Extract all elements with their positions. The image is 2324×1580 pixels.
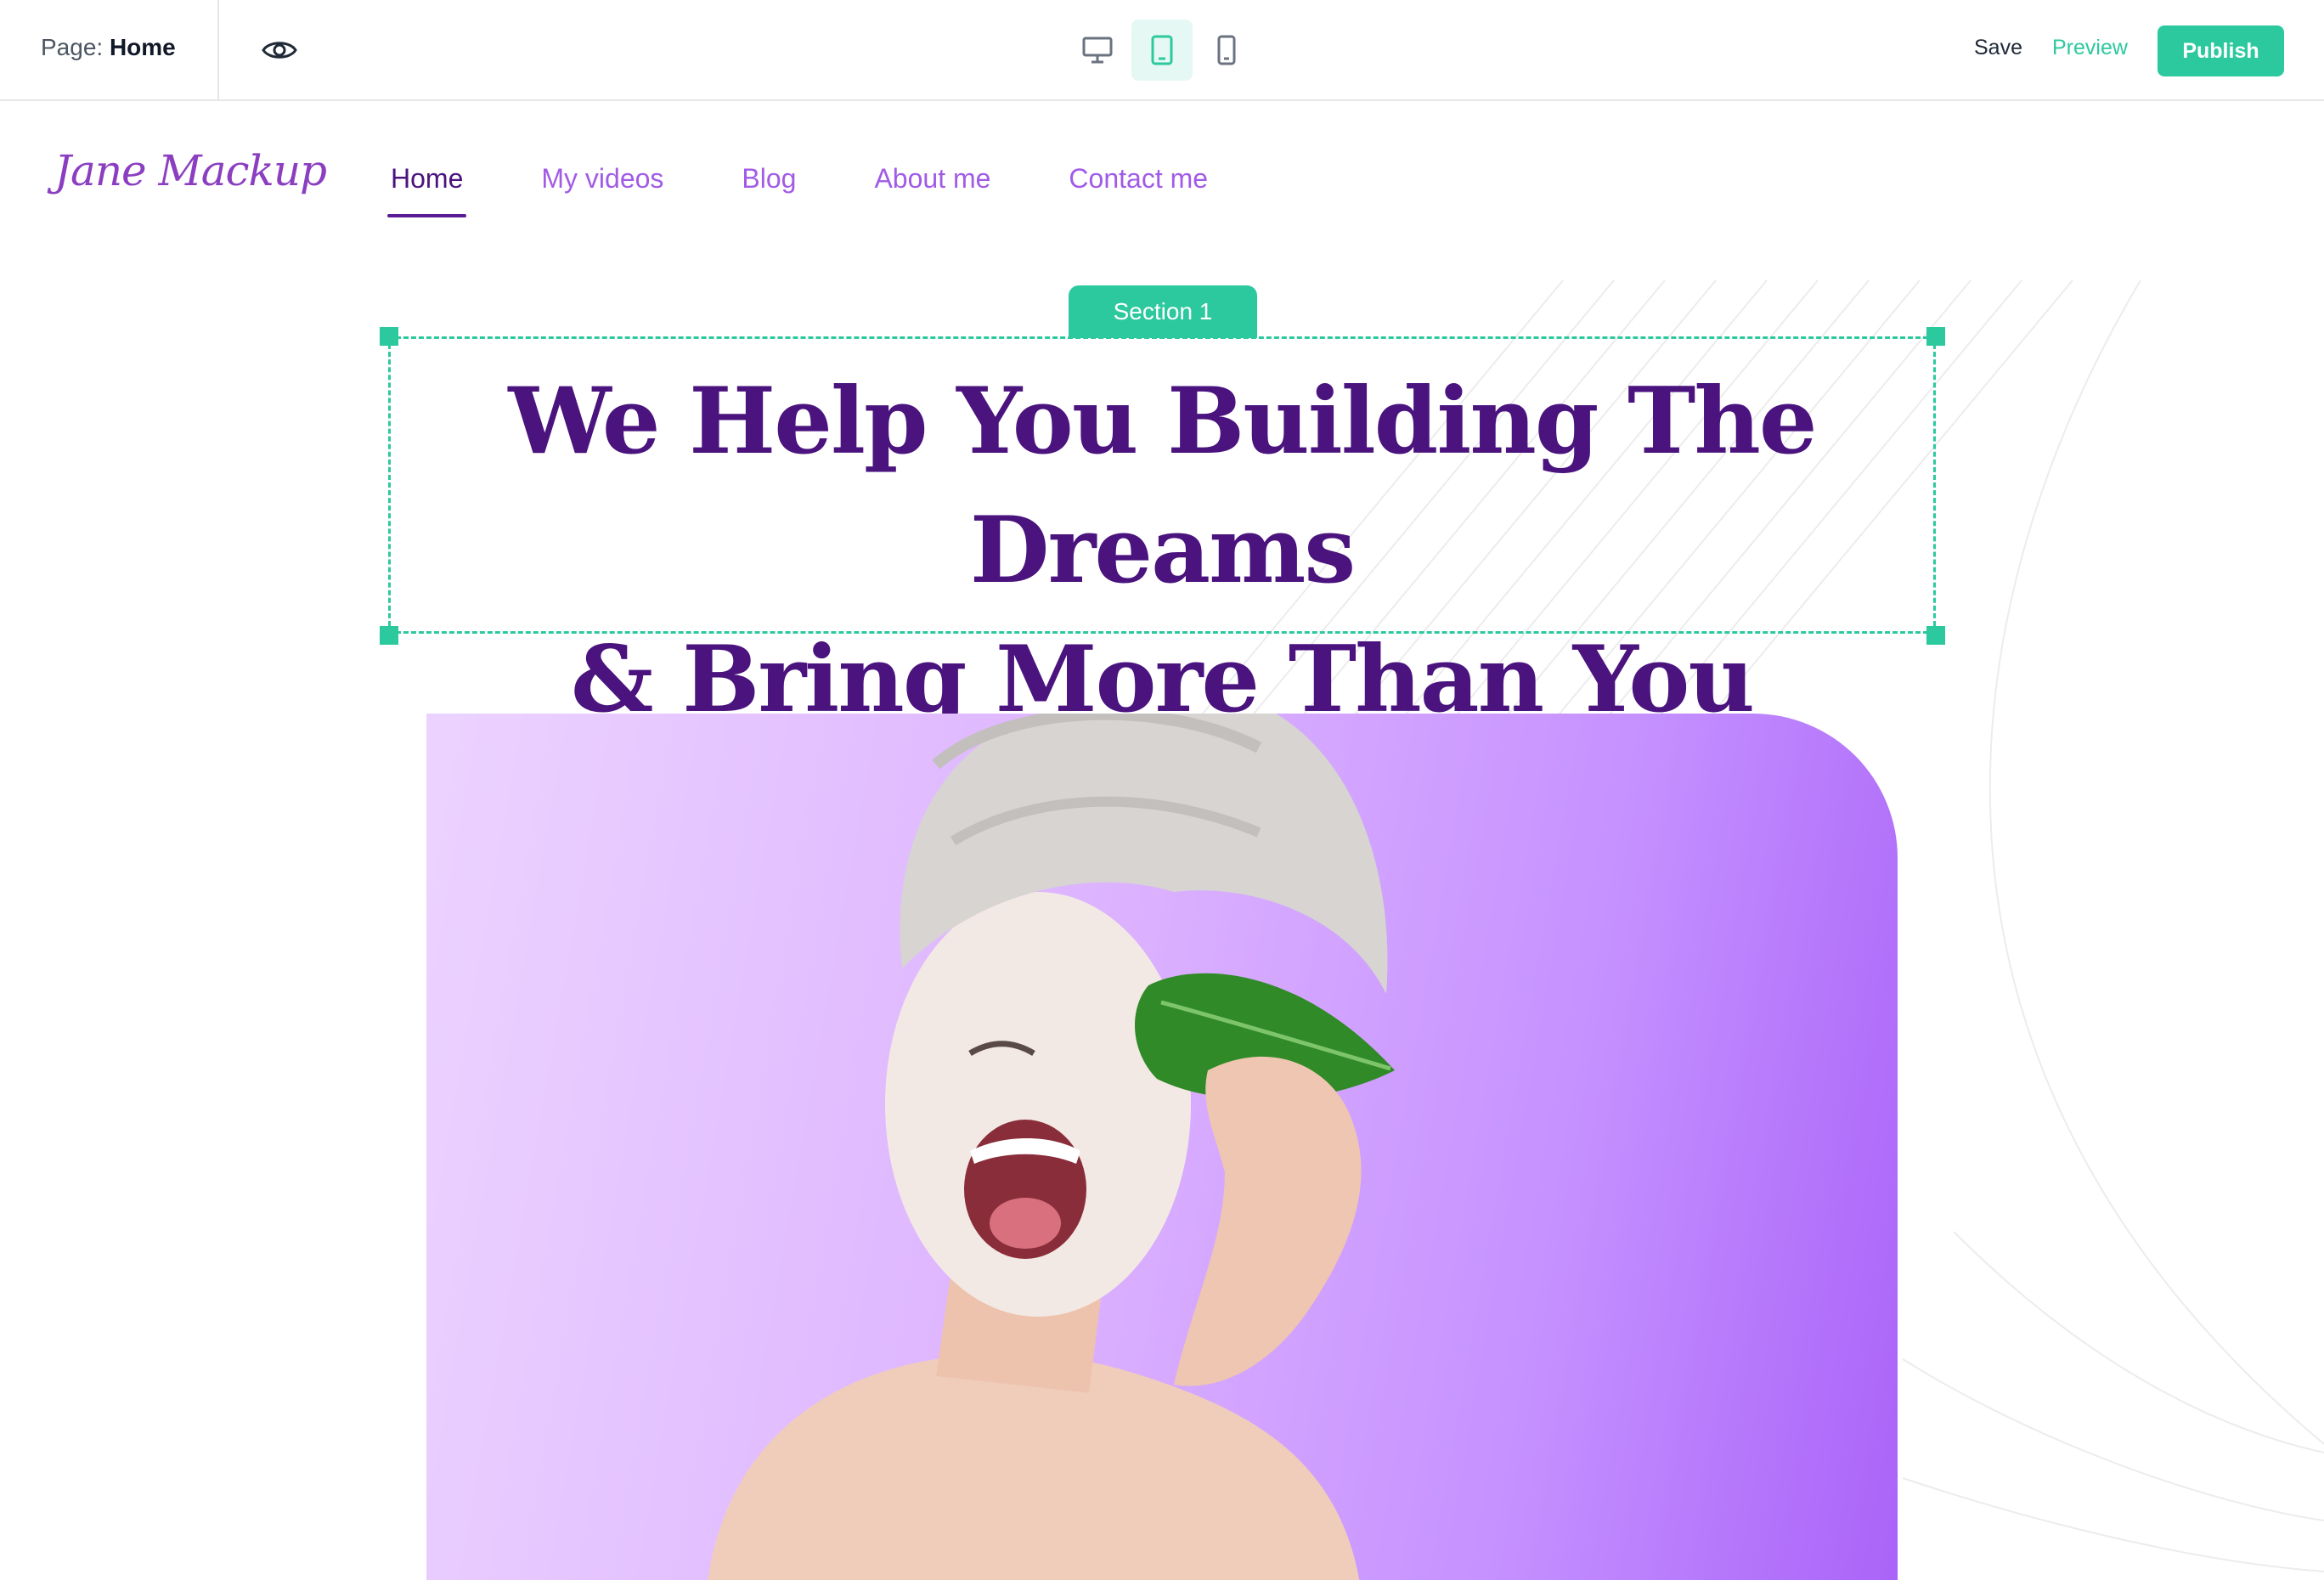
- resize-handle-top-left[interactable]: [380, 327, 398, 346]
- preview-button[interactable]: Preview: [2052, 36, 2128, 60]
- page-name: Home: [109, 34, 176, 60]
- visibility-toggle-button[interactable]: [260, 32, 299, 68]
- nav-item-contact-me[interactable]: Contact me: [1069, 163, 1208, 195]
- nav-item-label: About me: [874, 163, 991, 194]
- section-label-tab[interactable]: Section 1: [1069, 285, 1257, 338]
- page-indicator: Page: Home: [41, 34, 176, 61]
- publish-button[interactable]: Publish: [2158, 25, 2284, 76]
- tablet-view-button[interactable]: [1131, 20, 1193, 81]
- toolbar-divider: [217, 0, 219, 101]
- nav-item-blog[interactable]: Blog: [742, 163, 796, 195]
- editor-toolbar: Page: Home Save Preview Publish: [0, 0, 2324, 101]
- page-label: Page:: [41, 34, 104, 60]
- woman-face-mask-illustration: [708, 714, 1395, 1580]
- tablet-icon: [1151, 35, 1173, 65]
- hero-heading-line-1: We Help You Building The Dreams: [508, 368, 1817, 604]
- nav-item-label: My videos: [541, 163, 664, 194]
- resize-handle-top-right[interactable]: [1926, 327, 1945, 346]
- nav-item-about-me[interactable]: About me: [874, 163, 990, 195]
- mobile-view-button[interactable]: [1196, 20, 1257, 81]
- nav-item-label: Blog: [742, 163, 797, 194]
- desktop-view-button[interactable]: [1067, 20, 1128, 81]
- active-nav-indicator: [387, 214, 467, 217]
- device-switcher: [1067, 20, 1257, 82]
- nav-item-label: Contact me: [1069, 163, 1209, 194]
- eye-icon: [262, 42, 297, 59]
- save-button[interactable]: Save: [1974, 36, 2022, 60]
- site-navigation: Home My videos Blog About me Contact me: [387, 163, 1286, 217]
- monitor-icon: [1082, 37, 1113, 64]
- nav-item-label: Home: [391, 163, 464, 194]
- page-editor: Page: Home Save Preview Publish Jane Mac…: [0, 0, 2324, 1580]
- smartphone-icon: [1217, 35, 1236, 65]
- nav-item-home[interactable]: Home: [387, 163, 467, 217]
- site-logo[interactable]: Jane Mackup: [54, 146, 327, 195]
- hero-image[interactable]: [426, 714, 1898, 1580]
- nav-item-my-videos[interactable]: My videos: [541, 163, 663, 195]
